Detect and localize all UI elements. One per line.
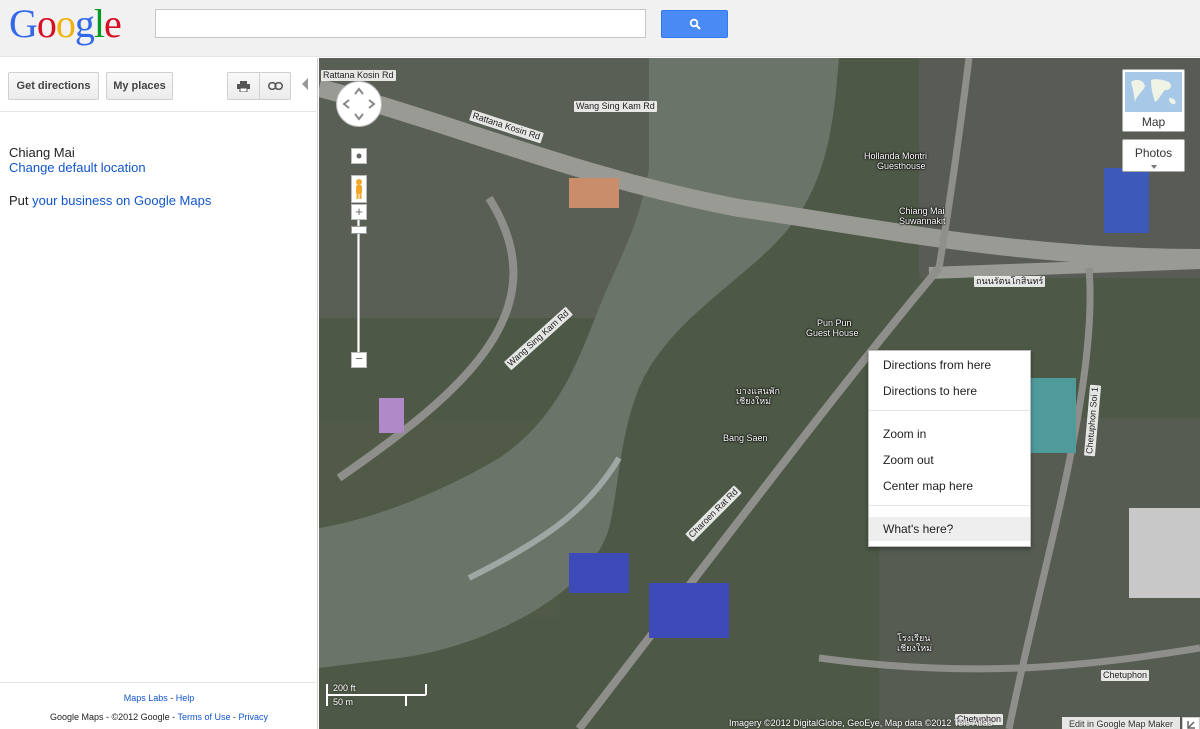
zoom-out-button[interactable]: − (351, 352, 367, 368)
chevron-down-icon (1151, 165, 1157, 169)
my-places-button[interactable]: My places (106, 72, 173, 100)
dot-icon (356, 153, 362, 159)
footer-line-legal: Google Maps - ©2012 Google - Terms of Us… (0, 712, 318, 722)
collapse-arrow-icon[interactable] (302, 78, 308, 90)
world-map-icon (1131, 79, 1176, 105)
poi-label: Guesthouse (877, 161, 926, 171)
pegman-icon (356, 179, 362, 199)
link-icon (267, 82, 283, 90)
road-label: Wang Sing Kam Rd (574, 101, 657, 112)
business-promo-prefix: Put (9, 193, 33, 208)
menu-separator (869, 505, 1030, 506)
menu-item-center-map[interactable]: Center map here (869, 474, 1030, 498)
poi-label: Bang Saen (723, 433, 768, 443)
map-thumbnail (1125, 72, 1182, 112)
get-directions-button[interactable]: Get directions (8, 72, 99, 100)
side-panel: Get directions My places Chiang Mai Chan… (0, 58, 318, 729)
print-button[interactable] (227, 72, 260, 100)
menu-item-whats-here[interactable]: What's here? (869, 517, 1030, 541)
menu-item-directions-from[interactable]: Directions from here (869, 353, 1030, 377)
business-promo-link[interactable]: your business on Google Maps (32, 193, 211, 208)
menu-item-zoom-out[interactable]: Zoom out (869, 448, 1030, 472)
road-label: ถนนรัตนโกสินทร์ (974, 276, 1046, 287)
zoom-slider-track[interactable] (357, 220, 360, 356)
photos-label: Photos (1134, 146, 1173, 160)
pan-arrows-icon (342, 87, 376, 121)
footer-separator: - (230, 712, 239, 722)
map-type-map-button[interactable]: Map (1122, 69, 1185, 132)
poi-label: Pun Pun (817, 318, 852, 328)
scale-feet: 200 ft (333, 683, 356, 693)
poi-label: Guest House (806, 328, 859, 338)
panel-footer: Maps Labs - Help Google Maps - ©2012 Goo… (0, 682, 318, 729)
road-label: Chetuphon (1101, 670, 1150, 681)
help-link[interactable]: Help (176, 693, 195, 703)
business-promo: Put your business on Google Maps (9, 193, 211, 208)
scale-bar: 200 ft 50 m (326, 683, 429, 709)
search-button[interactable] (661, 10, 728, 38)
search-icon (689, 18, 701, 30)
printer-icon (237, 80, 250, 92)
poi-label: บางแสนพัก เชียงใหม่ (736, 386, 780, 406)
default-location-name: Chiang Mai (9, 145, 75, 160)
copyright-text: Google Maps - ©2012 Google - (49, 712, 178, 722)
map-canvas[interactable]: Rattana Kosin Rd Rattana Kosin Rd ถนนรัต… (319, 58, 1200, 729)
terms-link[interactable]: Terms of Use (178, 712, 231, 722)
panel-toolbar: Get directions My places (0, 58, 318, 112)
expand-corner-button[interactable] (1182, 717, 1200, 729)
poi-label: Hollanda Montri (864, 151, 928, 161)
menu-item-zoom-in[interactable]: Zoom in (869, 422, 1030, 446)
header: Google (0, 0, 1200, 57)
search-input[interactable] (155, 9, 646, 38)
pegman-street-view-button[interactable] (351, 175, 367, 203)
link-button[interactable] (259, 72, 291, 100)
photos-button[interactable]: Photos (1122, 139, 1185, 172)
map-context-menu: Directions from here Directions to here … (868, 350, 1031, 547)
change-default-location-link[interactable]: Change default location (9, 160, 146, 175)
maps-labs-link[interactable]: Maps Labs (124, 693, 168, 703)
footer-line-labs: Maps Labs - Help (0, 693, 318, 703)
privacy-link[interactable]: Privacy (239, 712, 269, 722)
footer-separator: - (167, 693, 176, 703)
poi-label: โรงเรียน เชียงใหม่ (897, 633, 933, 653)
edit-in-map-maker-link[interactable]: Edit in Google Map Maker (1062, 717, 1180, 729)
scale-meters: 50 m (333, 697, 354, 707)
imagery-attribution: Imagery ©2012 DigitalGlobe, GeoEye, Map … (729, 718, 993, 728)
menu-separator (869, 410, 1030, 411)
poi-label: Suwannakit (899, 216, 946, 226)
menu-item-directions-to[interactable]: Directions to here (869, 379, 1030, 403)
reset-view-button[interactable] (351, 148, 367, 164)
pan-control[interactable] (336, 81, 382, 127)
resize-arrow-icon (1187, 721, 1195, 729)
zoom-slider-handle[interactable] (351, 226, 367, 234)
google-logo[interactable]: Google (9, 4, 122, 44)
road-label: Rattana Kosin Rd (321, 70, 396, 81)
poi-label: Chiang Mai (899, 206, 945, 216)
map-type-label: Map (1141, 115, 1166, 129)
zoom-in-button[interactable]: + (351, 204, 367, 220)
